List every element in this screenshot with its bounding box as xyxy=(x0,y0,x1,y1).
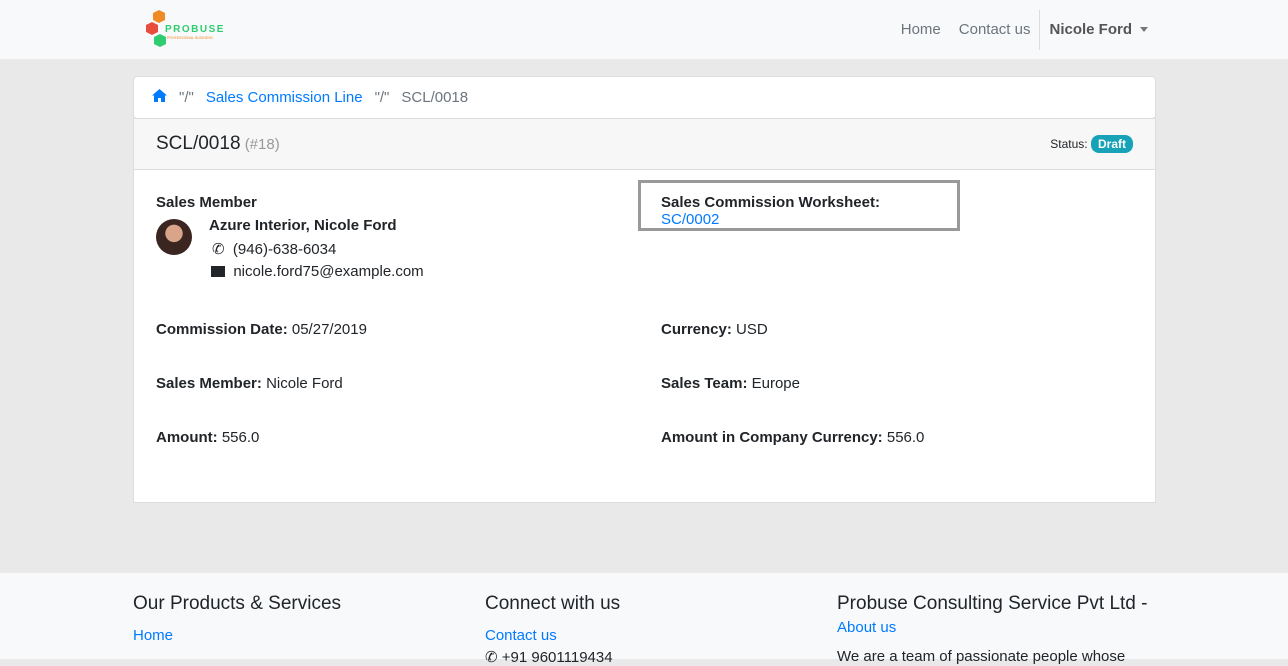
breadcrumb-separator: "/" xyxy=(179,89,194,106)
footer-contact-link[interactable]: Contact us xyxy=(485,627,557,644)
status-label: Status: xyxy=(1050,137,1088,151)
breadcrumb-separator: "/" xyxy=(374,89,390,106)
page-title: SCL/0018 xyxy=(156,133,241,154)
record-id: (#18) xyxy=(244,136,280,153)
phone-icon: ✆ xyxy=(212,241,225,258)
breadcrumb-current: SCL/0018 xyxy=(401,89,469,106)
nav-contact[interactable]: Contact us xyxy=(950,21,1040,38)
avatar xyxy=(156,219,192,255)
svg-text:PROFESSIONAL BUSINESS: PROFESSIONAL BUSINESS xyxy=(167,36,213,40)
phone-icon: ✆ xyxy=(485,649,498,666)
user-menu[interactable]: Nicole Ford xyxy=(1039,9,1148,50)
footer-about-text: We are a team of passionate people whose xyxy=(837,648,1126,665)
navbar: PROBUSE PROFESSIONAL BUSINESS Home Contac… xyxy=(0,0,1288,59)
field-sales-member: Sales Member: Nicole Ford xyxy=(156,375,343,392)
footer-products-title: Our Products & Services xyxy=(133,593,342,614)
member-name: Azure Interior, Nicole Ford xyxy=(209,217,397,234)
member-heading: Sales Member xyxy=(156,194,257,211)
footer-connect-title: Connect with us xyxy=(485,593,621,614)
nav-home[interactable]: Home xyxy=(892,21,950,38)
email: nicole.ford75@example.com xyxy=(233,263,424,280)
field-currency: Currency: USD xyxy=(661,321,768,338)
envelope-icon xyxy=(211,266,225,277)
caret-down-icon xyxy=(1140,27,1148,32)
user-name: Nicole Ford xyxy=(1049,21,1132,38)
record-card: SCL/0018 (#18) Status: Draft Sales Membe… xyxy=(133,118,1156,503)
footer-about-link[interactable]: About us xyxy=(837,619,896,636)
worksheet-link[interactable]: SC/0002 xyxy=(661,211,719,228)
brand-logo[interactable]: PROBUSE PROFESSIONAL BUSINESS xyxy=(145,8,225,50)
breadcrumb-parent[interactable]: Sales Commission Line xyxy=(206,89,363,106)
phone: (946)-638-6034 xyxy=(232,241,337,258)
dash: - xyxy=(1141,593,1148,614)
field-commission-date: Commission Date: 05/27/2019 xyxy=(156,321,367,338)
worksheet-label: Sales Commission Worksheet: xyxy=(661,194,880,211)
footer-home-link[interactable]: Home xyxy=(133,627,173,644)
worksheet-field: Sales Commission Worksheet: SC/0002 xyxy=(638,180,960,231)
field-sales-team: Sales Team: Europe xyxy=(661,375,800,392)
footer-company-title: Probuse Consulting Service Pvt Ltd xyxy=(837,593,1136,614)
status-badge: Draft xyxy=(1090,135,1133,153)
svg-text:PROBUSE: PROBUSE xyxy=(165,24,225,35)
footer: Our Products & Services Home Connect wit… xyxy=(0,573,1288,666)
footer-phone: +91 9601119434 xyxy=(501,649,613,666)
home-icon[interactable] xyxy=(152,89,167,106)
field-amount: Amount: 556.0 xyxy=(156,429,260,446)
breadcrumb: "/" Sales Commission Line "/" SCL/0018 xyxy=(133,76,1156,119)
field-amount-company-currency: Amount in Company Currency: 556.0 xyxy=(661,429,925,446)
